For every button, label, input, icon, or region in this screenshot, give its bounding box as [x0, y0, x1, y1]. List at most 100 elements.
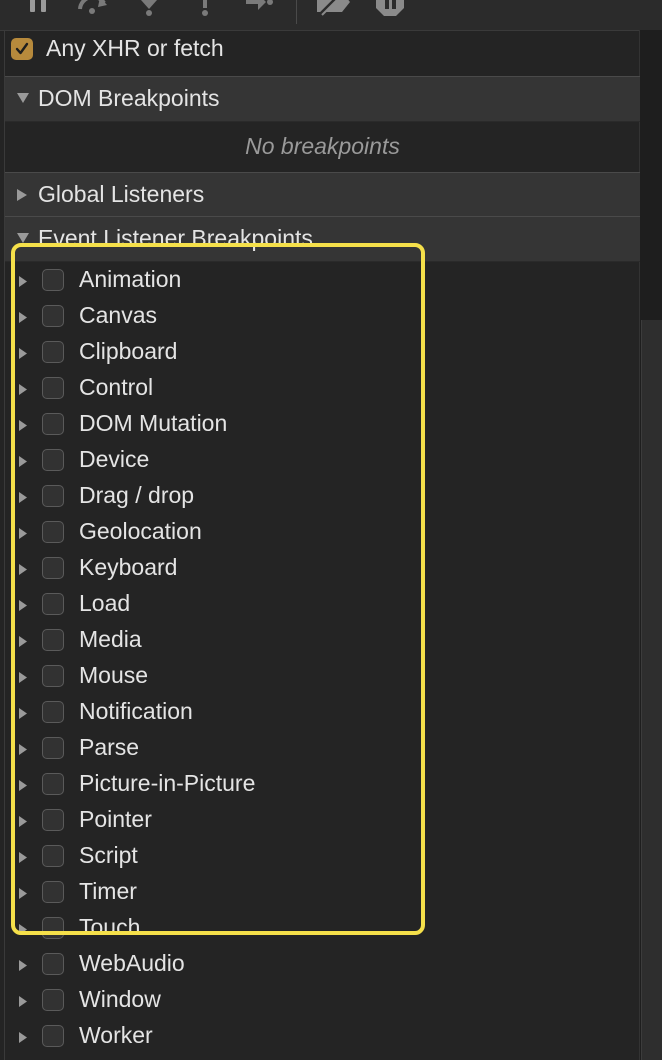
event-checkbox[interactable] [42, 737, 64, 759]
triangle-right-icon[interactable] [18, 995, 28, 1008]
event-category-row[interactable]: Drag / drop [5, 480, 640, 516]
event-category-label: Control [79, 374, 154, 400]
event-category-label: Device [79, 446, 150, 472]
triangle-right-icon[interactable] [18, 959, 28, 972]
step-over-icon[interactable] [76, 0, 110, 18]
event-checkbox[interactable] [42, 773, 64, 795]
event-checkbox[interactable] [42, 1025, 64, 1047]
event-category-label: Keyboard [79, 554, 178, 580]
event-category-row[interactable]: Pointer [5, 804, 640, 840]
triangle-right-icon[interactable] [18, 527, 28, 540]
event-category-label: Canvas [79, 302, 157, 328]
event-category-label: DOM Mutation [79, 410, 228, 436]
deactivate-breakpoints-icon[interactable] [314, 0, 354, 18]
triangle-right-icon[interactable] [18, 455, 28, 468]
section-header-dom-breakpoints[interactable]: DOM Breakpoints [5, 76, 640, 122]
section-title: Global Listeners [38, 181, 205, 207]
triangle-right-icon[interactable] [18, 419, 28, 432]
event-category-row[interactable]: Geolocation [5, 516, 640, 552]
event-checkbox[interactable] [42, 269, 64, 291]
triangle-right-icon[interactable] [18, 383, 28, 396]
step-out-icon[interactable] [194, 0, 216, 18]
event-category-row[interactable]: Worker [5, 1020, 640, 1056]
triangle-right-icon[interactable] [18, 347, 28, 360]
scrollbar-thumb[interactable] [641, 320, 662, 1060]
triangle-right-icon [17, 189, 27, 201]
triangle-right-icon[interactable] [18, 635, 28, 648]
event-category-row[interactable]: Animation [5, 264, 640, 300]
event-category-label: Script [79, 842, 138, 868]
event-category-label: Touch [79, 914, 141, 940]
event-checkbox[interactable] [42, 485, 64, 507]
step-icon[interactable] [244, 0, 274, 18]
event-checkbox[interactable] [42, 881, 64, 903]
event-category-row[interactable]: Picture-in-Picture [5, 768, 640, 804]
section-header-global-listeners[interactable]: Global Listeners [5, 172, 640, 218]
section-header-event-listener-breakpoints[interactable]: Event Listener Breakpoints [5, 216, 640, 262]
event-category-label: Mouse [79, 662, 149, 688]
event-category-label: Pointer [79, 806, 152, 832]
event-category-row[interactable]: Notification [5, 696, 640, 732]
event-checkbox[interactable] [42, 629, 64, 651]
triangle-right-icon[interactable] [18, 887, 28, 900]
event-category-row[interactable]: Window [5, 984, 640, 1020]
event-category-label: Notification [79, 698, 193, 724]
triangle-right-icon[interactable] [18, 491, 28, 504]
event-category-row[interactable]: Script [5, 840, 640, 876]
event-checkbox[interactable] [42, 953, 64, 975]
event-category-row[interactable]: Device [5, 444, 640, 480]
event-category-row[interactable]: Canvas [5, 300, 640, 336]
event-category-row[interactable]: Control [5, 372, 640, 408]
event-category-row[interactable]: Timer [5, 876, 640, 912]
event-category-row[interactable]: Touch [5, 912, 640, 948]
triangle-right-icon[interactable] [18, 743, 28, 756]
triangle-right-icon[interactable] [18, 311, 28, 324]
checkmark-icon [15, 42, 29, 55]
event-checkbox[interactable] [42, 413, 64, 435]
triangle-right-icon[interactable] [18, 923, 28, 936]
event-category-row[interactable]: DOM Mutation [5, 408, 640, 444]
event-checkbox[interactable] [42, 845, 64, 867]
event-category-row[interactable]: WebAudio [5, 948, 640, 984]
triangle-right-icon[interactable] [18, 275, 28, 288]
event-checkbox[interactable] [42, 917, 64, 939]
event-checkbox[interactable] [42, 809, 64, 831]
triangle-right-icon[interactable] [18, 707, 28, 720]
event-category-row[interactable]: Keyboard [5, 552, 640, 588]
triangle-right-icon[interactable] [18, 851, 28, 864]
xhr-checkbox[interactable] [11, 38, 33, 60]
triangle-right-icon[interactable] [18, 779, 28, 792]
xhr-breakpoint-row[interactable]: Any XHR or fetch [5, 30, 640, 76]
event-checkbox[interactable] [42, 989, 64, 1011]
triangle-down-icon [17, 233, 29, 243]
event-checkbox[interactable] [42, 305, 64, 327]
triangle-right-icon[interactable] [18, 599, 28, 612]
triangle-right-icon[interactable] [18, 1031, 28, 1044]
triangle-right-icon[interactable] [18, 815, 28, 828]
section-title: DOM Breakpoints [38, 85, 220, 111]
step-into-icon[interactable] [138, 0, 160, 18]
event-checkbox[interactable] [42, 449, 64, 471]
debugger-toolbar [0, 0, 662, 31]
event-checkbox[interactable] [42, 593, 64, 615]
pause-on-exceptions-icon[interactable] [374, 0, 406, 18]
triangle-right-icon[interactable] [18, 671, 28, 684]
event-category-row[interactable]: Load [5, 588, 640, 624]
section-title: Event Listener Breakpoints [38, 225, 313, 251]
pause-icon[interactable] [26, 0, 50, 18]
event-checkbox[interactable] [42, 557, 64, 579]
event-category-label: Animation [79, 266, 182, 292]
no-breakpoints-text: No breakpoints [245, 133, 400, 159]
event-category-row[interactable]: Clipboard [5, 336, 640, 372]
event-checkbox[interactable] [42, 701, 64, 723]
event-category-row[interactable]: Mouse [5, 660, 640, 696]
event-category-label: Window [79, 986, 161, 1012]
triangle-right-icon[interactable] [18, 563, 28, 576]
event-category-row[interactable]: Parse [5, 732, 640, 768]
event-checkbox[interactable] [42, 521, 64, 543]
event-category-row[interactable]: Media [5, 624, 640, 660]
event-checkbox[interactable] [42, 377, 64, 399]
event-checkbox[interactable] [42, 341, 64, 363]
event-checkbox[interactable] [42, 665, 64, 687]
event-category-label: Media [79, 626, 142, 652]
